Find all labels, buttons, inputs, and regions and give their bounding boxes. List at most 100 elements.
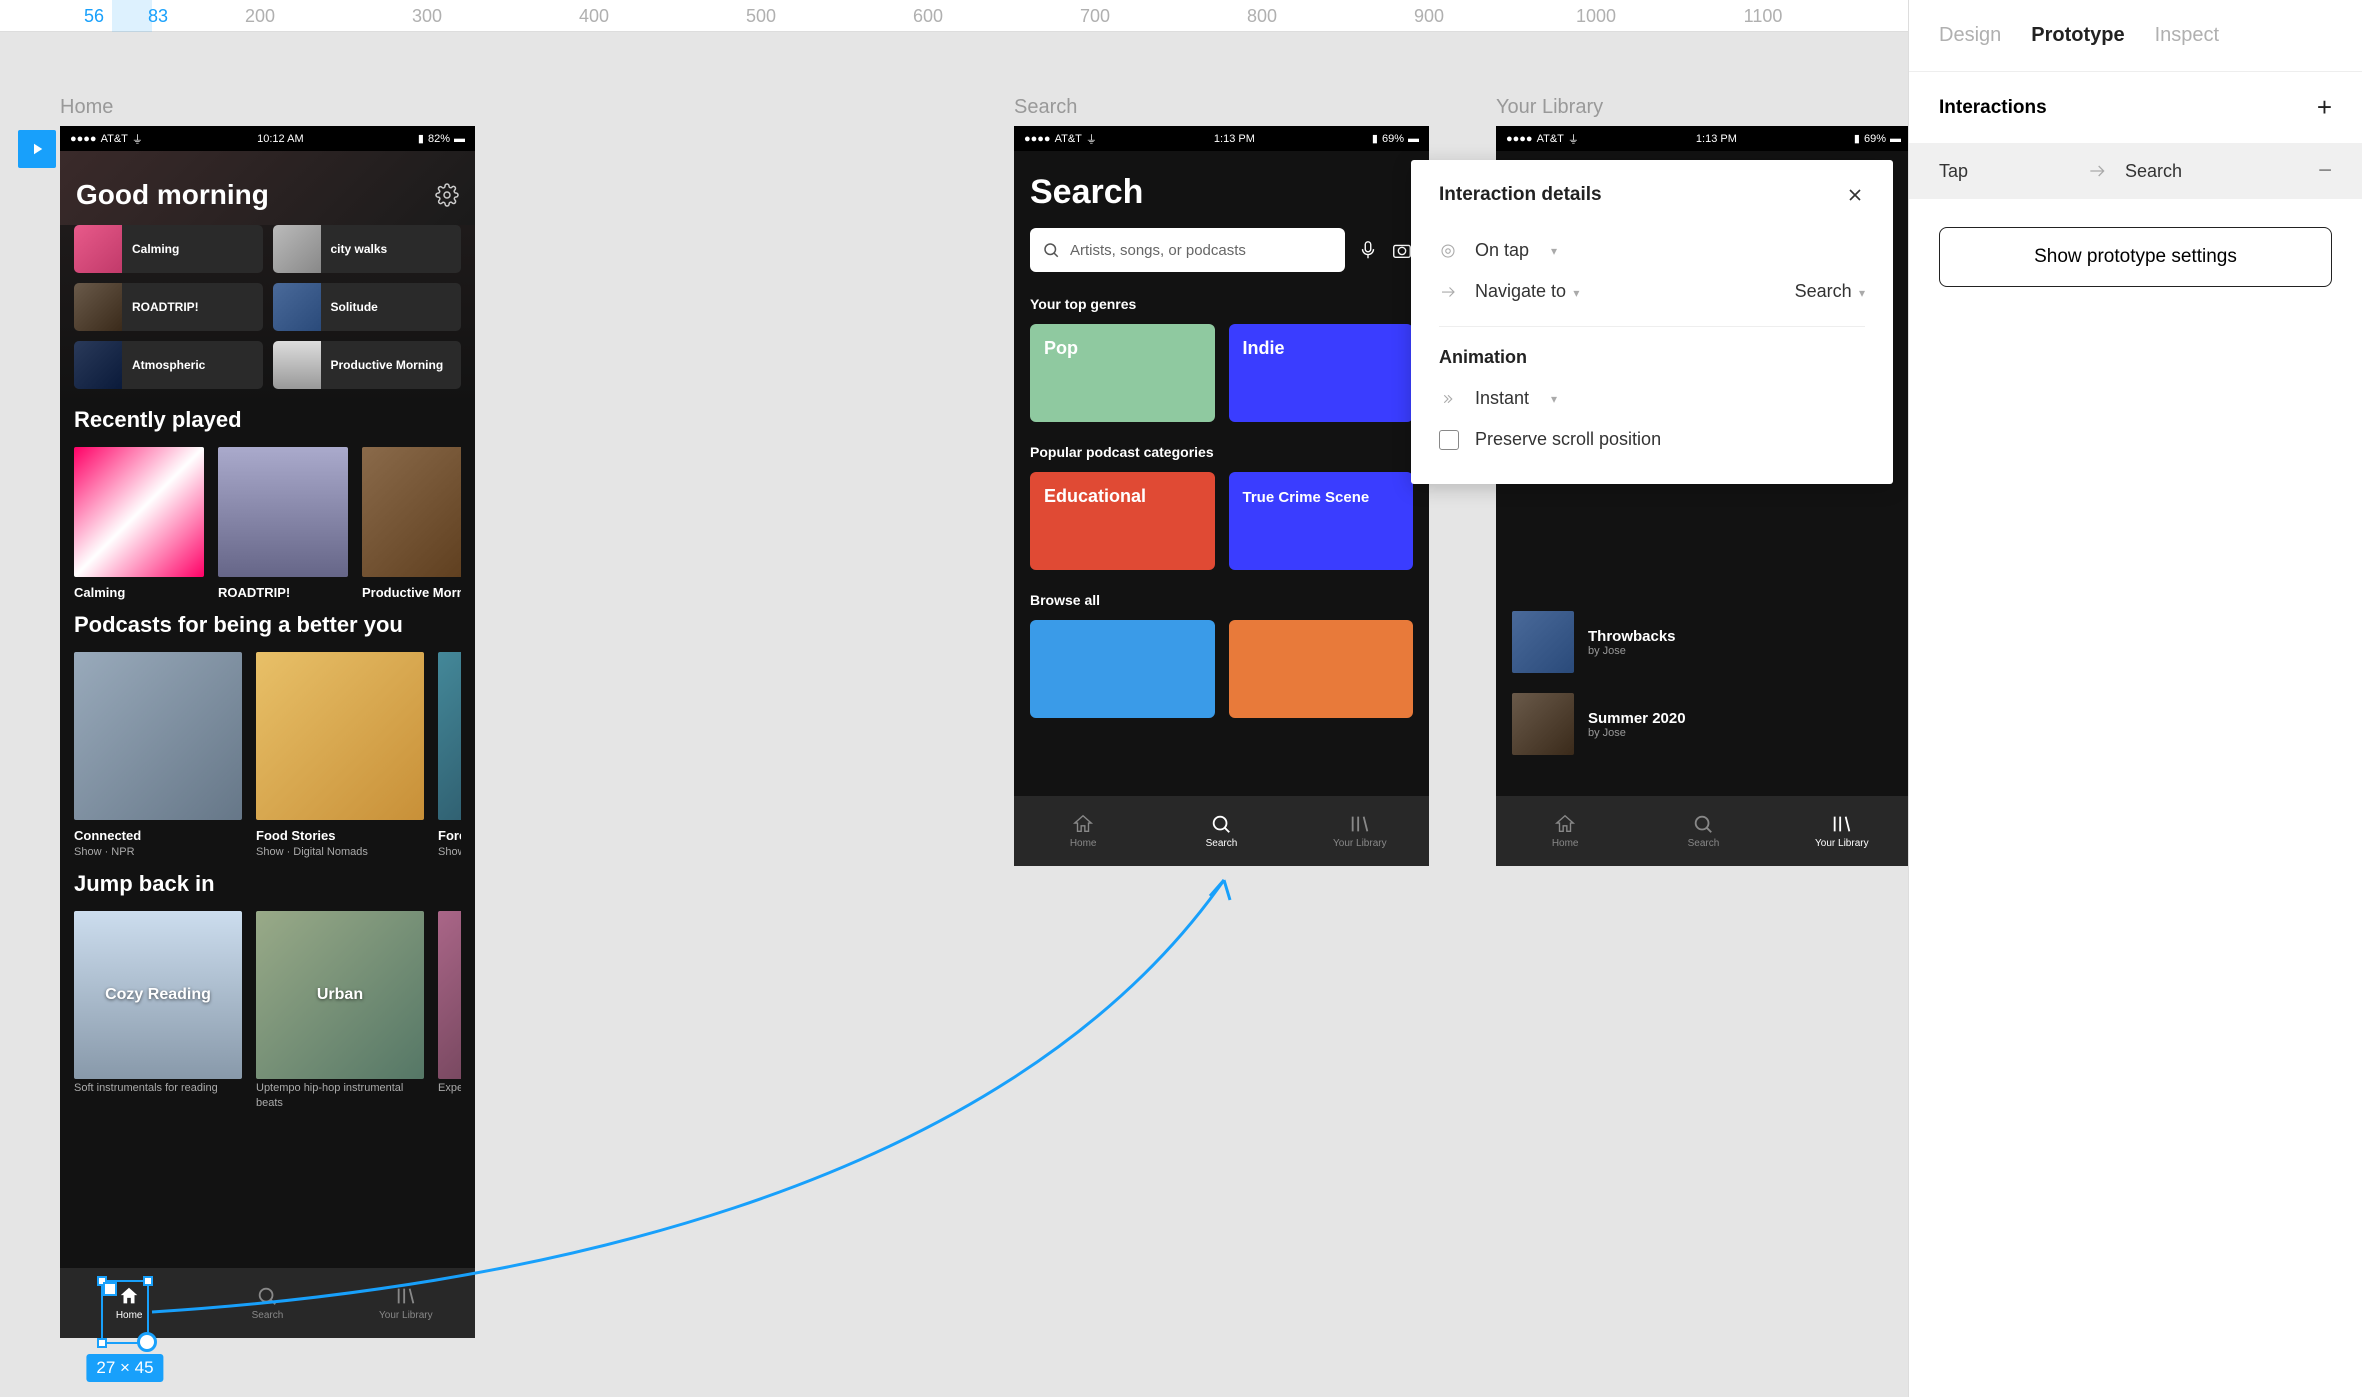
wifi-icon: ⏚ [132, 131, 143, 147]
arrow-right-icon [1439, 283, 1457, 301]
quick-tile[interactable]: ROADTRIP! [74, 283, 263, 331]
home-icon [1072, 813, 1094, 835]
divider [1439, 326, 1865, 327]
checkbox-icon [1439, 430, 1459, 450]
tab-prototype[interactable]: Prototype [2031, 24, 2124, 47]
ruler-tick: 800 [1247, 6, 1277, 27]
library-icon [395, 1285, 417, 1307]
card-image [438, 652, 461, 820]
search-placeholder: Artists, songs, or podcasts [1070, 242, 1246, 259]
search-input[interactable]: Artists, songs, or podcasts [1030, 228, 1345, 272]
section-title: Jump back in [74, 871, 461, 897]
ruler-tick: 600 [913, 6, 943, 27]
add-interaction-button[interactable]: + [2317, 92, 2332, 123]
frame-label-home[interactable]: Home [60, 96, 113, 119]
tab-library[interactable]: Your Library [1773, 796, 1911, 866]
ruler-tick: 56 [84, 6, 104, 27]
frame-search[interactable]: ●●●●AT&T⏚ 1:13 PM ▮69%▬ Search Artists, … [1014, 126, 1429, 866]
microphone-icon[interactable] [1357, 239, 1379, 261]
animation-dropdown[interactable]: Instant ▾ [1439, 378, 1865, 419]
tab-search[interactable]: Search [198, 1268, 336, 1338]
interaction-row[interactable]: Tap Search − [1909, 143, 2362, 199]
search-title: Search [1014, 151, 1429, 228]
album-card[interactable]: Productive Morning [362, 447, 461, 600]
quick-tile[interactable]: Productive Morning [273, 341, 462, 389]
chevron-down-icon: ▾ [1551, 244, 1557, 258]
tap-icon [1439, 242, 1457, 260]
tile-thumbnail [273, 225, 321, 273]
chevron-down-icon: ▾ [1856, 286, 1865, 300]
interaction-trigger: Tap [1939, 161, 2069, 182]
album-card[interactable]: Calming [74, 447, 204, 600]
playlist-card[interactable]: UrbanUptempo hip-hop instrumental beats [256, 911, 424, 1110]
item-thumbnail [1512, 611, 1574, 673]
tab-bar: Home Search Your Library [1014, 796, 1429, 866]
frame-label-library[interactable]: Your Library [1496, 96, 1603, 119]
genre-tile[interactable]: Pop [1030, 324, 1215, 422]
action-dropdown[interactable]: Navigate to ▾ [1475, 281, 1579, 302]
tile-thumbnail [273, 283, 321, 331]
tab-bar: Home Search Your Library [1496, 796, 1911, 866]
preserve-scroll-checkbox[interactable]: Preserve scroll position [1439, 419, 1865, 460]
card-image [74, 652, 242, 820]
podcast-card[interactable]: ConnectedShow · NPR [74, 652, 242, 859]
horizontal-ruler: 56 83 200 300 400 500 600 700 800 900 10… [0, 0, 1908, 32]
tab-home[interactable]: Home [1496, 796, 1634, 866]
card-image [256, 652, 424, 820]
ruler-tick: 900 [1414, 6, 1444, 27]
ruler-tick: 1000 [1576, 6, 1616, 27]
interaction-details-popover[interactable]: Interaction details On tap ▾ Navigate to… [1411, 160, 1893, 484]
tab-library[interactable]: Your Library [337, 1268, 475, 1338]
playlist-card[interactable]: Exper [438, 911, 461, 1110]
search-icon [1042, 241, 1060, 259]
ruler-selection-range [112, 0, 152, 32]
home-icon [1554, 813, 1576, 835]
properties-panel: Design Prototype Inspect Interactions + … [1908, 0, 2362, 1397]
time-label: 10:12 AM [257, 133, 303, 145]
card-image: Cozy Reading [74, 911, 242, 1079]
ruler-tick: 200 [245, 6, 275, 27]
close-icon[interactable] [1845, 185, 1865, 205]
status-bar: ●●●● AT&T ⏚ 10:12 AM ▮ 82% ▬ [60, 126, 475, 151]
battery-label: 82% [428, 133, 450, 145]
genre-tile[interactable]: Educational [1030, 472, 1215, 570]
tab-search[interactable]: Search [1634, 796, 1772, 866]
camera-icon[interactable] [1391, 239, 1413, 261]
show-prototype-settings-button[interactable]: Show prototype settings [1939, 227, 2332, 287]
library-item[interactable]: Summer 2020by Jose [1512, 683, 1895, 765]
tab-home[interactable]: Home [1014, 796, 1152, 866]
play-prototype-button[interactable] [18, 130, 56, 168]
status-bar: ●●●●AT&T⏚ 1:13 PM ▮69%▬ [1014, 126, 1429, 151]
item-thumbnail [1512, 693, 1574, 755]
browse-tile[interactable] [1030, 620, 1215, 718]
playlist-card[interactable]: Cozy ReadingSoft instrumentals for readi… [74, 911, 242, 1110]
library-item[interactable]: Throwbacksby Jose [1512, 601, 1895, 683]
search-icon [256, 1285, 278, 1307]
selection-box[interactable] [101, 1280, 149, 1344]
tab-design[interactable]: Design [1939, 24, 2001, 47]
prototype-connection-handle[interactable] [137, 1332, 157, 1352]
genre-tile[interactable]: Indie [1229, 324, 1414, 422]
remove-interaction-button[interactable]: − [2318, 157, 2332, 185]
browse-tile[interactable] [1229, 620, 1414, 718]
ruler-tick: 500 [746, 6, 776, 27]
trigger-dropdown[interactable]: On tap ▾ [1439, 230, 1865, 271]
interactions-heading: Interactions [1939, 97, 2047, 119]
tab-search[interactable]: Search [1152, 796, 1290, 866]
quick-tile[interactable]: Calming [74, 225, 263, 273]
album-card[interactable]: ROADTRIP! [218, 447, 348, 600]
settings-icon[interactable] [435, 183, 459, 207]
tab-inspect[interactable]: Inspect [2155, 24, 2219, 47]
quick-tile[interactable]: Atmospheric [74, 341, 263, 389]
quick-tile[interactable]: city walks [273, 225, 462, 273]
quick-tile[interactable]: Solitude [273, 283, 462, 331]
tab-library[interactable]: Your Library [1291, 796, 1429, 866]
ruler-tick: 300 [412, 6, 442, 27]
carrier-label: AT&T [101, 133, 128, 145]
podcast-card[interactable]: ForeveShow [438, 652, 461, 859]
genre-tile[interactable]: True Crime Scene [1229, 472, 1414, 570]
destination-dropdown[interactable]: Search ▾ [1795, 281, 1865, 302]
frame-label-search[interactable]: Search [1014, 96, 1077, 119]
frame-home[interactable]: ●●●● AT&T ⏚ 10:12 AM ▮ 82% ▬ Good mornin… [60, 126, 475, 1338]
podcast-card[interactable]: Food StoriesShow · Digital Nomads [256, 652, 424, 859]
